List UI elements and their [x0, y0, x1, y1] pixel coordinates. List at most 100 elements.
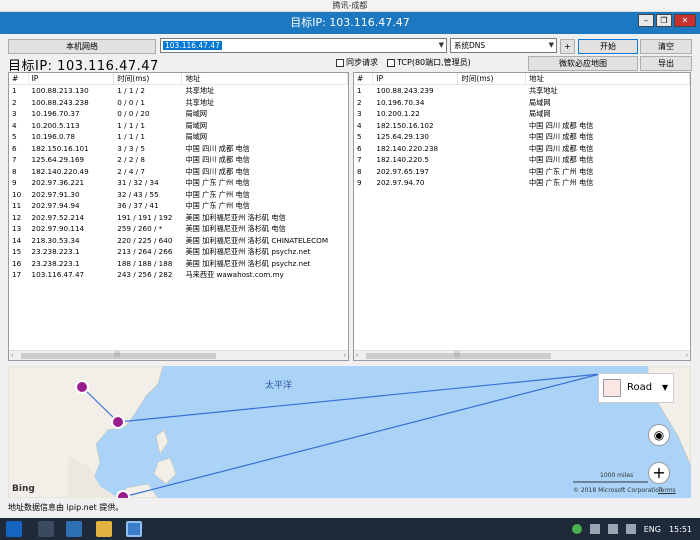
- cell-index: 14: [12, 235, 22, 245]
- scroll-left-icon[interactable]: ‹: [356, 352, 358, 359]
- table-row[interactable]: 7 182.140.220.5 中国 四川 成都 电信: [354, 154, 690, 166]
- volume-icon[interactable]: [625, 524, 636, 534]
- dns-combo[interactable]: 系统DNS ▼: [450, 38, 557, 53]
- export-button[interactable]: 导出: [640, 56, 692, 71]
- table-row[interactable]: 5 125.64.29.130 中国 四川 成都 电信: [354, 131, 690, 143]
- tcp-checkbox[interactable]: TCP(80端口,管理员): [387, 57, 471, 68]
- col-time[interactable]: 时间(ms): [458, 73, 526, 84]
- scroll-right-icon[interactable]: ›: [686, 352, 688, 359]
- table-row[interactable]: 10 202.97.91.30 32 / 43 / 55 中国 广东 广州 电信: [9, 189, 348, 201]
- scroll-left-icon[interactable]: ‹: [11, 352, 13, 359]
- col-ip[interactable]: IP: [373, 73, 459, 84]
- sync-request-checkbox[interactable]: 同步请求: [336, 57, 378, 68]
- file-explorer-icon[interactable]: [96, 521, 112, 537]
- cell-time: 32 / 43 / 55: [117, 189, 159, 199]
- local-network-button[interactable]: 本机网络: [8, 39, 156, 54]
- language-indicator[interactable]: ENG: [644, 525, 661, 534]
- wifi-icon[interactable]: [607, 524, 618, 534]
- cell-ip: 202.97.90.114: [31, 224, 85, 233]
- terms-link[interactable]: Terms: [658, 487, 676, 494]
- table-row[interactable]: 8 202.97.65.197 中国 广东 广州 电信: [354, 166, 690, 178]
- clock[interactable]: 15:51: [669, 525, 692, 534]
- horizontal-scrollbar[interactable]: ‹ ||| ›: [354, 350, 690, 360]
- table-row[interactable]: 13 202.97.90.114 259 / 260 / * 美国 加利福尼亚州 洛杉…: [9, 223, 348, 235]
- network-status-icon[interactable]: [571, 524, 582, 534]
- hop-marker[interactable]: [116, 490, 130, 498]
- zoom-in-icon[interactable]: +: [648, 462, 670, 484]
- close-button[interactable]: ✕: [674, 14, 696, 27]
- cell-address: 美国 加利福尼亚州 洛杉矶 CHINATELECOM: [185, 235, 329, 245]
- col-index[interactable]: #: [354, 73, 374, 84]
- table-row[interactable]: 7 125.64.29.169 2 / 2 / 8 中国 四川 成都 电信: [9, 154, 348, 166]
- table-row[interactable]: 2 10.196.70.34 局域网: [354, 97, 690, 109]
- route-map[interactable]: 太平洋 Bing 1000 miles © 2018 Microsoft Cor…: [8, 366, 691, 498]
- cell-time: 2 / 4 / 7: [117, 166, 145, 176]
- checkbox-box[interactable]: [387, 58, 395, 67]
- ip-combo[interactable]: 103.116.47.47 ▼: [160, 38, 447, 53]
- table-row[interactable]: 17 103.116.47.47 243 / 256 / 282 马来西亚 wawah…: [9, 269, 348, 281]
- col-address[interactable]: 地址: [526, 73, 690, 84]
- left-hop-table[interactable]: # IP 时间(ms) 地址 1 100.88.213.130 1 / 1 / 2 共…: [8, 72, 349, 361]
- cell-address: 中国 四川 成都 电信: [528, 155, 594, 164]
- powershell-icon[interactable]: [66, 521, 82, 537]
- start-button[interactable]: 开始: [578, 39, 638, 54]
- bing-map-button[interactable]: 微软必应地图: [528, 56, 638, 71]
- table-row[interactable]: 4 182.150.16.102 中国 四川 成都 电信: [354, 120, 690, 132]
- col-index[interactable]: #: [9, 73, 29, 84]
- col-address[interactable]: 地址: [182, 73, 348, 84]
- windows-start-icon[interactable]: [6, 521, 22, 537]
- table-row[interactable]: 9 202.97.36.221 31 / 32 / 34 中国 广东 广州 电信: [9, 177, 348, 189]
- chevron-down-icon[interactable]: ▼: [439, 41, 444, 49]
- chevron-down-icon[interactable]: ▼: [662, 383, 668, 392]
- hop-marker[interactable]: [75, 380, 89, 394]
- table-row[interactable]: 3 10.196.70.37 0 / 0 / 20 局域网: [9, 108, 348, 120]
- clear-button[interactable]: 清空: [640, 39, 692, 54]
- table-row[interactable]: 2 100.88.243.238 0 / 0 / 1 共享地址: [9, 97, 348, 109]
- table-row[interactable]: 12 202.97.52.214 191 / 191 / 192 美国 加利福尼亚州 …: [9, 212, 348, 224]
- table-row[interactable]: 1 100.88.213.130 1 / 1 / 2 共享地址: [9, 85, 348, 97]
- table-row[interactable]: 6 182.140.220.238 中国 四川 成都 电信: [354, 143, 690, 155]
- map-style-selector[interactable]: Road ▼: [598, 373, 674, 403]
- table-row[interactable]: 9 202.97.94.70 中国 广东 广州 电信: [354, 177, 690, 189]
- table-row[interactable]: 3 10.200.1.22 局域网: [354, 108, 690, 120]
- dns-value: 系统DNS: [454, 41, 486, 50]
- add-dns-button[interactable]: +: [560, 39, 575, 54]
- server-manager-icon[interactable]: [38, 521, 54, 537]
- cell-index: 7: [12, 155, 17, 164]
- table-row[interactable]: 5 10.196.0.78 1 / 1 / 1 局域网: [9, 131, 348, 143]
- cell-ip: 202.97.94.94: [31, 201, 80, 210]
- hop-marker[interactable]: [111, 415, 125, 429]
- cell-address: 中国 广东 广州 电信: [185, 189, 250, 199]
- col-time[interactable]: 时间(ms): [114, 73, 183, 84]
- bing-logo: Bing: [12, 484, 35, 494]
- restore-button[interactable]: ❐: [656, 14, 672, 27]
- tracert-app-icon[interactable]: [126, 521, 142, 537]
- col-ip[interactable]: IP: [29, 73, 115, 84]
- table-row[interactable]: 8 182.140.220.49 2 / 4 / 7 中国 四川 成都 电信: [9, 166, 348, 178]
- chevron-down-icon[interactable]: ▼: [549, 41, 554, 49]
- table-row[interactable]: 11 202.97.94.94 36 / 37 / 41 中国 广东 广州 电信: [9, 200, 348, 212]
- scroll-right-icon[interactable]: ›: [344, 352, 346, 359]
- keyboard-icon[interactable]: [589, 524, 600, 534]
- cell-ip: 182.140.220.5: [376, 155, 429, 164]
- cell-ip: 125.64.29.169: [31, 155, 85, 164]
- cell-time: 0 / 0 / 1: [117, 97, 145, 107]
- cell-index: 9: [12, 178, 17, 187]
- checkbox-box[interactable]: [336, 58, 344, 67]
- horizontal-scrollbar[interactable]: ‹ ||| ›: [9, 350, 348, 360]
- right-hop-table[interactable]: # IP 时间(ms) 地址 1 100.88.243.239 共享地址 2 10.19…: [353, 72, 691, 361]
- map-canvas[interactable]: [8, 366, 691, 498]
- table-row[interactable]: 15 23.238.223.1 213 / 264 / 266 美国 加利福尼亚州 洛…: [9, 246, 348, 258]
- table-row[interactable]: 1 100.88.243.239 共享地址: [354, 85, 690, 97]
- minimize-button[interactable]: –: [638, 14, 654, 27]
- locate-me-icon[interactable]: ◉: [648, 424, 670, 446]
- table-row[interactable]: 4 10.200.5.113 1 / 1 / 1 局域网: [9, 120, 348, 132]
- table-row[interactable]: 6 182.150.16.101 3 / 3 / 5 中国 四川 成都 电信: [9, 143, 348, 155]
- cell-ip: 10.196.70.37: [31, 109, 80, 118]
- table-row[interactable]: 16 23.238.223.1 188 / 188 / 188 美国 加利福尼亚州 洛…: [9, 258, 348, 270]
- ocean-label: 太平洋: [265, 381, 293, 391]
- table-row[interactable]: 14 218.30.53.34 220 / 225 / 640 美国 加利福尼亚州 洛…: [9, 235, 348, 247]
- road-map-icon: [603, 379, 621, 397]
- cell-time: 188 / 188 / 188: [117, 258, 173, 268]
- land-philippines: [153, 457, 177, 485]
